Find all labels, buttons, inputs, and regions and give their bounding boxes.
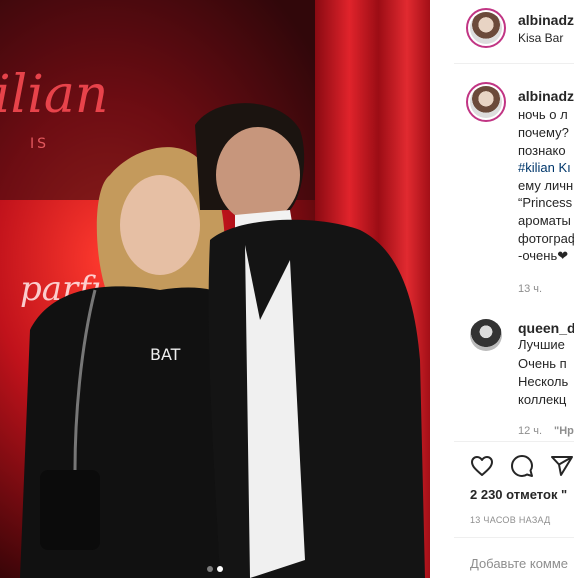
svg-text:BAT: BAT bbox=[150, 345, 181, 364]
share-icon[interactable] bbox=[550, 454, 574, 478]
actions-divider bbox=[454, 441, 574, 442]
caption-line: познако bbox=[518, 143, 566, 158]
comment-line: коллекц bbox=[518, 392, 567, 407]
likes-count[interactable]: 2 230 отметок " bbox=[470, 487, 567, 502]
caption-hashtag-line[interactable]: #kilian Kı bbox=[518, 159, 571, 177]
comment-icon[interactable] bbox=[510, 454, 534, 478]
photo-sign-text: ilian bbox=[0, 65, 108, 125]
caption-line: фотограф bbox=[518, 231, 574, 246]
post-side-panel: albinadzh Kisa Bar albinadzh ночь о л по… bbox=[454, 0, 574, 578]
caption-username[interactable]: albinadzh bbox=[518, 88, 574, 104]
photo-sign-sub: IS bbox=[30, 136, 49, 152]
caption-line: почему? bbox=[518, 125, 569, 140]
comment-line: Несколь bbox=[518, 374, 569, 389]
caption-line: ароматы bbox=[518, 213, 571, 228]
caption-line: -очень❤ bbox=[518, 248, 569, 263]
commenter-username[interactable]: queen_d bbox=[518, 320, 574, 336]
carousel-dot[interactable] bbox=[207, 566, 213, 572]
carousel-dot-active[interactable] bbox=[217, 566, 223, 572]
comment-timestamp[interactable]: 12 ч. bbox=[518, 425, 542, 437]
comment-box-divider bbox=[454, 537, 574, 538]
post-location[interactable]: Kisa Bar bbox=[518, 31, 563, 45]
caption-line: ему личн bbox=[518, 178, 574, 193]
commenter-avatar[interactable] bbox=[470, 319, 502, 351]
comment-line: Очень п bbox=[518, 356, 567, 371]
comment-line: Лучшие bbox=[518, 337, 565, 352]
author-avatar[interactable] bbox=[466, 8, 506, 48]
post-photo[interactable]: ilian IS parfu BAT bbox=[0, 0, 430, 578]
author-username[interactable]: albinadzh bbox=[518, 12, 574, 28]
header-divider bbox=[454, 63, 574, 64]
add-comment-input[interactable]: Добавьте комме bbox=[470, 556, 568, 571]
carousel-dots bbox=[0, 566, 430, 572]
caption-line: ночь о л bbox=[518, 107, 568, 122]
heart-icon[interactable] bbox=[470, 454, 494, 478]
caption-line: “Princess bbox=[518, 195, 573, 210]
post-age[interactable]: 13 ЧАСОВ НАЗАД bbox=[470, 515, 551, 525]
comment-reply-hint[interactable]: "Нр bbox=[554, 425, 574, 437]
caption-avatar[interactable] bbox=[466, 82, 506, 122]
caption-timestamp[interactable]: 13 ч. bbox=[518, 283, 542, 295]
